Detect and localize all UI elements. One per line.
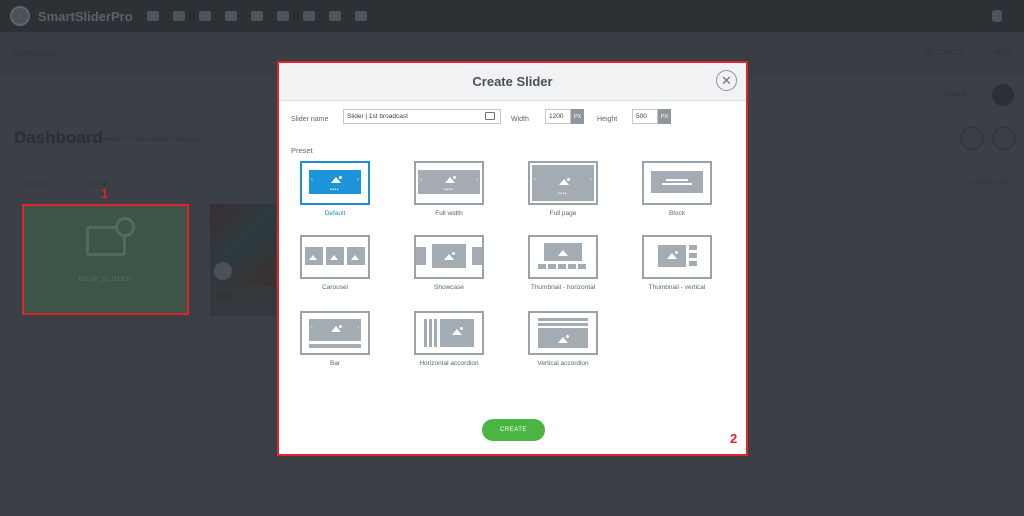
- play-icon[interactable]: [214, 262, 232, 280]
- preset-block-thumbnail: [642, 161, 712, 205]
- preset-showcase[interactable]: Showcase: [413, 235, 485, 291]
- preset-carousel[interactable]: Carousel: [299, 235, 371, 291]
- preset-vertical-accordion-label: Vertical accordion: [537, 360, 589, 367]
- slider-card[interactable]: Slider: [210, 204, 276, 316]
- slider-name-input[interactable]: [343, 109, 501, 124]
- preset-showcase-label: Showcase: [434, 284, 464, 291]
- logo-icon: [10, 6, 30, 26]
- top-toolbar-icons: [146, 11, 367, 21]
- new-slider-card[interactable]: NEW SLIDER: [22, 204, 189, 315]
- modal-header: Create Slider ✕: [279, 63, 746, 101]
- preset-bar-label: Bar: [329, 360, 341, 367]
- preset-horizontal-accordion[interactable]: Horizontal accordion: [413, 311, 485, 367]
- height-label: Height: [597, 116, 618, 123]
- preset-showcase-thumbnail: [414, 235, 484, 279]
- preset-horizontal-accordion-label: Horizontal accordion: [419, 360, 479, 367]
- new-slider-label: NEW SLIDER: [78, 276, 133, 283]
- height-input[interactable]: [632, 109, 658, 124]
- width-label: Width: [511, 116, 529, 123]
- preset-default[interactable]: ‹ › •••• Default: [299, 161, 371, 217]
- help-icon[interactable]: [354, 11, 367, 21]
- home-icon[interactable]: [224, 11, 237, 21]
- slider-card-name: Slider: [216, 294, 232, 300]
- clock-icon[interactable]: [302, 11, 315, 21]
- preset-horizontal-accordion-thumbnail: [414, 311, 484, 355]
- user-menu-icon[interactable]: [992, 10, 1002, 22]
- preset-thumbnail-horizontal[interactable]: Thumbnail - horizontal: [527, 235, 599, 291]
- preset-block-label: Block: [669, 210, 685, 217]
- preset-vertical-accordion-thumbnail: [528, 311, 598, 355]
- slider-name-label: Slider name: [291, 116, 329, 123]
- preset-block[interactable]: Block: [641, 161, 713, 217]
- add-image-icon: [85, 217, 135, 256]
- create-button[interactable]: CREATE: [482, 419, 545, 441]
- preset-full-width[interactable]: ‹ › •••• Full width: [413, 161, 485, 217]
- image-icon[interactable]: [172, 11, 185, 21]
- order-filter[interactable]: Order by: [22, 180, 49, 187]
- slider-settings-row: Slider name Width PX Height PX: [291, 109, 734, 127]
- app-logo-text: SmartSliderPro: [38, 8, 133, 24]
- width-unit: PX: [571, 109, 584, 124]
- tools-circle-icon[interactable]: [992, 126, 1016, 150]
- annotation-marker-2: 2: [730, 431, 738, 446]
- preset-default-thumbnail: ‹ › ••••: [300, 161, 370, 205]
- preset-thumbnail-vertical-label: Thumbnail - vertical: [648, 284, 706, 291]
- height-unit: PX: [658, 109, 671, 124]
- upgrade-text[interactable]: Upgrade: [944, 92, 967, 98]
- breadcrumb[interactable]: Dashboard: [12, 48, 56, 58]
- view-toggle[interactable]: Compact view: [970, 180, 1008, 186]
- preset-full-page-thumbnail: ‹ › ••••: [528, 161, 598, 205]
- preset-thumbnail-horizontal-label: Thumbnail - horizontal: [530, 284, 596, 291]
- preset-thumbnail-vertical[interactable]: Thumbnail - vertical: [641, 235, 713, 291]
- modal-title: Create Slider: [472, 74, 553, 89]
- eye-icon[interactable]: [250, 11, 263, 21]
- page-title: Dashboard: [14, 128, 103, 147]
- settings-link[interactable]: SETTINGS: [924, 48, 964, 57]
- preset-thumbnail-vertical-thumbnail: [642, 235, 712, 279]
- preset-carousel-thumbnail: [300, 235, 370, 279]
- top-bar: SmartSliderPro: [0, 0, 1024, 32]
- preset-vertical-accordion[interactable]: Vertical accordion: [527, 311, 599, 367]
- create-slider-modal: Create Slider ✕ Slider name Width PX Hei…: [277, 61, 748, 456]
- width-input[interactable]: [545, 109, 571, 124]
- preset-carousel-label: Carousel: [321, 284, 348, 291]
- annotation-marker-1: 1: [101, 186, 109, 201]
- chat-icon[interactable]: [328, 11, 341, 21]
- preset-bar[interactable]: ‹ › Bar: [299, 311, 371, 367]
- preset-full-width-label: Full width: [435, 210, 463, 217]
- preset-thumbnail-horizontal-thumbnail: [528, 235, 598, 279]
- settings-circle-icon[interactable]: [960, 126, 984, 150]
- list-icon[interactable]: [146, 11, 159, 21]
- slider-thumbnail: [210, 204, 276, 286]
- avatar[interactable]: [992, 84, 1014, 106]
- help-link[interactable]: HELP: [993, 48, 1014, 57]
- version-text: Version 3.2.29 pro r6219 Changelog: [102, 137, 199, 143]
- preset-full-page[interactable]: ‹ › •••• Full page: [527, 161, 599, 217]
- preset-default-label: Default: [324, 210, 346, 217]
- gallery-icon[interactable]: [198, 11, 211, 21]
- user-icon[interactable]: [276, 11, 289, 21]
- id-card-icon[interactable]: [485, 112, 495, 120]
- preset-full-page-label: Full page: [549, 210, 577, 217]
- close-button[interactable]: ✕: [716, 70, 737, 91]
- preset-bar-thumbnail: ‹ ›: [300, 311, 370, 355]
- close-icon: ✕: [721, 73, 732, 88]
- preset-full-width-thumbnail: ‹ › ••••: [414, 161, 484, 205]
- preset-label: Preset: [291, 146, 313, 155]
